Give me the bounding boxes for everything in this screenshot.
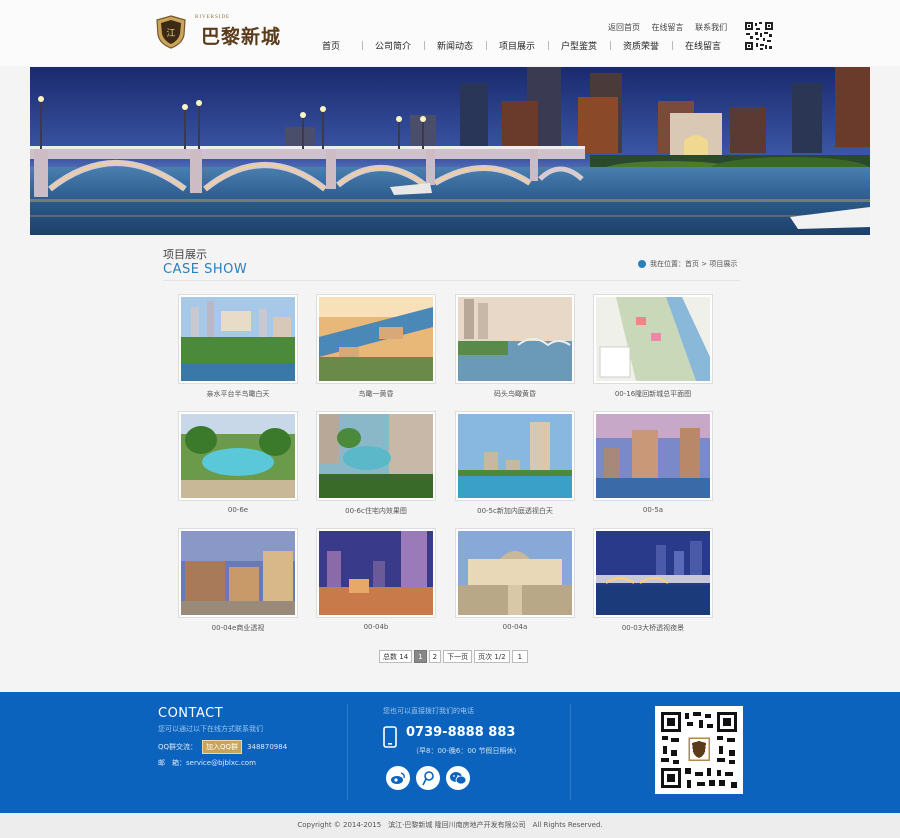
project-thumbnail[interactable] — [455, 411, 575, 501]
pager-page-1[interactable]: 1 — [414, 650, 427, 663]
nav-message[interactable]: 在线留言 — [672, 39, 734, 53]
section-title-cn: 项目展示 — [163, 248, 207, 261]
project-caption[interactable]: 亲水平台半鸟瞰白天 — [178, 389, 298, 399]
project-thumbnail[interactable] — [593, 294, 713, 384]
social-links — [386, 766, 476, 790]
project-card[interactable]: 00-04e商业透视 — [178, 528, 298, 633]
project-caption[interactable]: 00-04e商业透视 — [178, 623, 298, 633]
project-caption[interactable]: 00-04b — [316, 623, 436, 631]
link-contact[interactable]: 联系我们 — [695, 23, 727, 32]
site-logo[interactable]: 江 RIVERSIDE 巴黎新城 — [155, 15, 290, 51]
svg-text:江: 江 — [166, 28, 175, 39]
nav-about[interactable]: 公司简介 — [362, 39, 424, 53]
project-thumbnail[interactable] — [593, 411, 713, 501]
project-thumbnail[interactable] — [455, 294, 575, 384]
pager-jump-select[interactable]: 1 — [511, 650, 529, 663]
logo-cn: 巴黎新城 — [201, 26, 282, 48]
contact-sub: 您可以通过以下在线方式联系我们 — [158, 725, 263, 733]
link-home[interactable]: 返回首页 — [608, 23, 640, 32]
email-row: 邮 箱： service@bjblxc.com — [158, 758, 287, 768]
project-caption[interactable]: 00-04a — [455, 623, 575, 631]
project-card[interactable]: 00-04a — [455, 528, 575, 631]
main-nav: 首页 公司简介 新闻动态 项目展示 户型鉴赏 资质荣誉 在线留言 — [300, 39, 734, 53]
copyright: Copyright © 2014-2015 滨江·巴黎新城 隆回川南房地产开发有… — [0, 813, 900, 838]
top-links: 返回首页 在线留言 联系我们 — [608, 22, 736, 33]
qq-number: 348870984 — [247, 743, 288, 751]
location-dot-icon — [638, 260, 646, 268]
nav-news[interactable]: 新闻动态 — [424, 39, 486, 53]
pager-page-info: 页次 1/2 — [474, 650, 510, 663]
footer-phone: 您也可以直接拨打我们的电话 0739-8888 883 （早8：00-晚6：00… — [383, 706, 520, 755]
project-caption[interactable]: 码头鸟瞰黄昏 — [455, 389, 575, 399]
project-card[interactable]: 00-04b — [316, 528, 436, 631]
project-card[interactable]: 00-16隆回新城总平面图 — [593, 294, 713, 399]
project-caption[interactable]: 00-16隆回新城总平面图 — [593, 389, 713, 399]
logo-en: RIVERSIDE — [195, 15, 231, 20]
phone-icon — [383, 726, 397, 748]
project-card[interactable]: 00-03大桥透视夜景 — [593, 528, 713, 633]
footer-contact: CONTACT 您可以通过以下在线方式联系我们 QQ群交流： 加入QQ群 348… — [158, 706, 287, 768]
pager-next-button[interactable]: 下一页 — [443, 650, 473, 663]
pager-total: 总数 14 — [379, 650, 413, 663]
section-title: 项目展示 CASE SHOW — [163, 246, 247, 277]
shield-logo-icon: 江 — [156, 15, 186, 49]
project-thumbnail[interactable] — [455, 528, 575, 618]
project-caption[interactable]: 鸟瞰一黄昏 — [316, 389, 436, 399]
contact-title: CONTACT — [158, 706, 224, 721]
project-caption[interactable]: 00-03大桥透视夜景 — [593, 623, 713, 633]
tencent-weibo-icon[interactable] — [416, 766, 440, 790]
pagination: 总数 14 1 2 下一页 页次 1/2 1 — [379, 650, 530, 663]
site-header: 江 RIVERSIDE 巴黎新城 返回首页 在线留言 联系我们 首页 公司简介 … — [0, 0, 900, 66]
email-link[interactable]: service@bjblxc.com — [186, 759, 256, 767]
project-card[interactable]: 00-6c住宅内效果图 — [316, 411, 436, 516]
project-caption[interactable]: 00-5c新加内庭透视白天 — [455, 506, 575, 516]
breadcrumb-text[interactable]: 我在位置：首页 > 项目展示 — [650, 259, 737, 269]
footer-qr-code-icon — [655, 706, 743, 794]
footer-divider — [347, 704, 348, 800]
project-card[interactable]: 00-6e — [178, 411, 298, 514]
project-card[interactable]: 亲水平台半鸟瞰白天 — [178, 294, 298, 399]
project-thumbnail[interactable] — [316, 411, 436, 501]
email-label: 邮 箱： — [158, 759, 186, 767]
section-divider — [163, 280, 740, 281]
phone-number[interactable]: 0739-8888 883 — [406, 725, 515, 740]
project-thumbnail[interactable] — [316, 294, 436, 384]
project-thumbnail[interactable] — [593, 528, 713, 618]
pager-page-2[interactable]: 2 — [428, 650, 442, 663]
nav-home[interactable]: 首页 — [300, 39, 362, 53]
project-thumbnail[interactable] — [178, 411, 298, 501]
qq-label: QQ群交流： — [158, 743, 198, 751]
wechat-icon[interactable] — [446, 766, 470, 790]
project-thumbnail[interactable] — [178, 294, 298, 384]
project-caption[interactable]: 00-6e — [178, 506, 298, 514]
project-thumbnail[interactable] — [178, 528, 298, 618]
join-qq-button[interactable]: 加入QQ群 — [202, 740, 243, 754]
nav-floorplans[interactable]: 户型鉴赏 — [548, 39, 610, 53]
phone-sub: 您也可以直接拨打我们的电话 — [383, 707, 474, 715]
footer-divider — [570, 704, 571, 800]
project-card[interactable]: 00-5c新加内庭透视白天 — [455, 411, 575, 516]
project-card[interactable]: 00-5a — [593, 411, 713, 514]
project-caption[interactable]: 00-6c住宅内效果图 — [316, 506, 436, 516]
section-title-en: CASE SHOW — [163, 262, 248, 277]
qq-row: QQ群交流： 加入QQ群 348870984 — [158, 740, 287, 754]
nav-projects[interactable]: 项目展示 — [486, 39, 548, 53]
weibo-icon[interactable] — [386, 766, 410, 790]
project-caption[interactable]: 00-5a — [593, 506, 713, 514]
project-card[interactable]: 鸟瞰一黄昏 — [316, 294, 436, 399]
site-footer: CONTACT 您可以通过以下在线方式联系我们 QQ群交流： 加入QQ群 348… — [0, 692, 900, 813]
nav-honors[interactable]: 资质荣誉 — [610, 39, 672, 53]
project-card[interactable]: 码头鸟瞰黄昏 — [455, 294, 575, 399]
link-message[interactable]: 在线留言 — [652, 23, 684, 32]
breadcrumb: 我在位置：首页 > 项目展示 — [638, 259, 737, 269]
project-thumbnail[interactable] — [316, 528, 436, 618]
office-hours: （早8：00-晚6：00 节假日照休） — [412, 747, 521, 755]
qr-code-icon — [744, 21, 774, 51]
hero-banner — [30, 67, 870, 235]
